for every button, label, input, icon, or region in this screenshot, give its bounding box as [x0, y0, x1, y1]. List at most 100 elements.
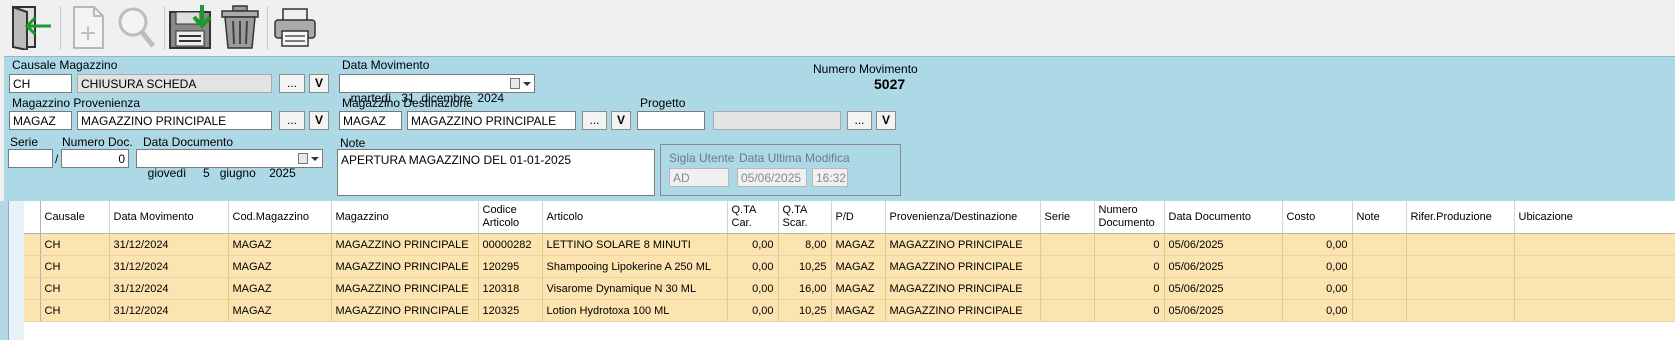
cell-data-movimento[interactable]: 31/12/2024 [109, 255, 229, 278]
cell-rifer-produzione[interactable] [1406, 255, 1515, 278]
new-button[interactable] [64, 3, 112, 51]
provenienza-v-button[interactable]: V [309, 111, 329, 130]
cell-qta-car[interactable]: 0,00 [727, 299, 779, 322]
col-header[interactable]: Cod.Magazzino [228, 201, 332, 234]
progetto-v-button[interactable]: V [876, 111, 896, 130]
cell-causale[interactable]: CH [40, 299, 110, 322]
cell-serie[interactable] [1040, 277, 1095, 300]
calendar-icon[interactable] [510, 78, 520, 89]
cell-codice-articolo[interactable]: 120318 [478, 277, 543, 300]
col-header[interactable]: Codice Articolo [478, 201, 543, 234]
search-button[interactable] [112, 3, 160, 51]
cell-magazzino[interactable]: MAGAZZINO PRINCIPALE [331, 233, 479, 256]
cell-data-documento[interactable]: 05/06/2025 [1164, 299, 1283, 322]
cell-serie[interactable] [1040, 255, 1095, 278]
table-row[interactable]: CH 31/12/2024 MAGAZ MAGAZZINO PRINCIPALE… [24, 255, 1675, 278]
row-selector[interactable] [24, 233, 41, 256]
note-textarea[interactable]: APERTURA MAGAZZINO DEL 01-01-2025 [337, 149, 655, 196]
cell-note[interactable] [1352, 299, 1407, 322]
cell-data-movimento[interactable]: 31/12/2024 [109, 277, 229, 300]
col-header[interactable]: Provenienza/Destinazione [885, 201, 1041, 234]
col-header[interactable]: Data Documento [1164, 201, 1283, 234]
cell-data-documento[interactable]: 05/06/2025 [1164, 277, 1283, 300]
cell-cod-magazzino[interactable]: MAGAZ [228, 255, 332, 278]
cell-numero-documento[interactable]: 0 [1094, 299, 1165, 322]
cell-note[interactable] [1352, 277, 1407, 300]
cell-rifer-produzione[interactable] [1406, 233, 1515, 256]
row-selector[interactable] [24, 299, 41, 322]
row-selector[interactable] [24, 255, 41, 278]
cell-cod-magazzino[interactable]: MAGAZ [228, 233, 332, 256]
cell-data-documento[interactable]: 05/06/2025 [1164, 255, 1283, 278]
cell-ubicazione[interactable] [1514, 233, 1675, 256]
data-documento-picker[interactable]: giovedì 5 giugno 2025 [136, 149, 323, 180]
cell-data-movimento[interactable]: 31/12/2024 [109, 299, 229, 322]
calendar-icon[interactable] [298, 153, 308, 164]
cell-causale[interactable]: CH [40, 255, 110, 278]
serie-input[interactable] [8, 149, 53, 168]
causale-v-button[interactable]: V [309, 74, 329, 93]
progetto-code-input[interactable] [637, 111, 705, 130]
cell-costo[interactable]: 0,00 [1282, 233, 1353, 256]
cell-pd[interactable]: MAGAZ [831, 277, 886, 300]
cell-numero-documento[interactable]: 0 [1094, 233, 1165, 256]
cell-qta-car[interactable]: 0,00 [727, 277, 779, 300]
cell-provenienza-destinazione[interactable]: MAGAZZINO PRINCIPALE [885, 299, 1041, 322]
cell-qta-car[interactable]: 0,00 [727, 233, 779, 256]
cell-articolo[interactable]: Visarome Dynamique N 30 ML [542, 277, 728, 300]
cell-provenienza-destinazione[interactable]: MAGAZZINO PRINCIPALE [885, 277, 1041, 300]
cell-note[interactable] [1352, 255, 1407, 278]
table-row[interactable]: CH 31/12/2024 MAGAZ MAGAZZINO PRINCIPALE… [24, 299, 1675, 322]
col-header[interactable]: Costo [1282, 201, 1353, 234]
row-selector[interactable] [24, 277, 41, 300]
cell-ubicazione[interactable] [1514, 299, 1675, 322]
provenienza-lookup-button[interactable]: ... [279, 111, 305, 130]
numero-doc-input[interactable]: 0 [61, 149, 129, 168]
data-movimento-picker[interactable]: martedì 31 dicembre 2024 [339, 74, 535, 105]
col-header[interactable]: Q.TA Car. [727, 201, 779, 234]
cell-articolo[interactable]: Shampooing Lipokerine A 250 ML [542, 255, 728, 278]
cell-articolo[interactable]: Lotion Hydrotoxa 100 ML [542, 299, 728, 322]
cell-qta-car[interactable]: 0,00 [727, 255, 779, 278]
cell-numero-documento[interactable]: 0 [1094, 277, 1165, 300]
cell-note[interactable] [1352, 233, 1407, 256]
cell-data-documento[interactable]: 05/06/2025 [1164, 233, 1283, 256]
cell-codice-articolo[interactable]: 00000282 [478, 233, 543, 256]
table-row[interactable]: CH 31/12/2024 MAGAZ MAGAZZINO PRINCIPALE… [24, 233, 1675, 256]
cell-qta-scar[interactable]: 10,25 [778, 255, 832, 278]
delete-button[interactable] [216, 3, 264, 51]
movements-grid[interactable]: Causale Data Movimento Cod.Magazzino Mag… [24, 201, 1675, 340]
cell-qta-scar[interactable]: 16,00 [778, 277, 832, 300]
col-header[interactable]: Rifer.Produzione [1406, 201, 1515, 234]
col-header[interactable]: Causale [40, 201, 110, 234]
cell-numero-documento[interactable]: 0 [1094, 255, 1165, 278]
provenienza-desc-input[interactable]: MAGAZZINO PRINCIPALE [77, 111, 272, 130]
provenienza-code-input[interactable]: MAGAZ [9, 111, 72, 130]
cell-pd[interactable]: MAGAZ [831, 299, 886, 322]
cell-pd[interactable]: MAGAZ [831, 255, 886, 278]
cell-ubicazione[interactable] [1514, 255, 1675, 278]
causale-code-input[interactable]: CH [9, 74, 72, 93]
col-header[interactable]: Serie [1040, 201, 1095, 234]
cell-provenienza-destinazione[interactable]: MAGAZZINO PRINCIPALE [885, 233, 1041, 256]
cell-serie[interactable] [1040, 299, 1095, 322]
cell-provenienza-destinazione[interactable]: MAGAZZINO PRINCIPALE [885, 255, 1041, 278]
progetto-lookup-button[interactable]: ... [847, 111, 872, 130]
save-button[interactable] [167, 3, 215, 51]
col-header[interactable]: Note [1352, 201, 1407, 234]
cell-qta-scar[interactable]: 8,00 [778, 233, 832, 256]
destinazione-v-button[interactable]: V [611, 111, 631, 130]
cell-rifer-produzione[interactable] [1406, 299, 1515, 322]
destinazione-desc-input[interactable]: MAGAZZINO PRINCIPALE [407, 111, 576, 130]
cell-causale[interactable]: CH [40, 277, 110, 300]
cell-magazzino[interactable]: MAGAZZINO PRINCIPALE [331, 299, 479, 322]
cell-magazzino[interactable]: MAGAZZINO PRINCIPALE [331, 255, 479, 278]
col-header[interactable]: P/D [831, 201, 886, 234]
exit-button[interactable] [6, 3, 54, 51]
col-header[interactable]: Data Movimento [109, 201, 229, 234]
cell-costo[interactable]: 0,00 [1282, 255, 1353, 278]
col-header[interactable]: Magazzino [331, 201, 479, 234]
cell-magazzino[interactable]: MAGAZZINO PRINCIPALE [331, 277, 479, 300]
table-row[interactable]: CH 31/12/2024 MAGAZ MAGAZZINO PRINCIPALE… [24, 277, 1675, 300]
cell-costo[interactable]: 0,00 [1282, 277, 1353, 300]
